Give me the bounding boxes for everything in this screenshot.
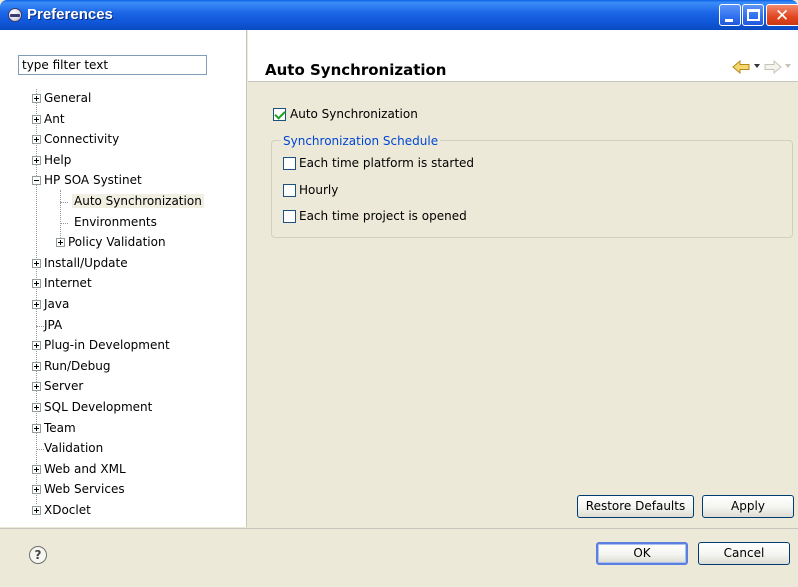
tree-item[interactable]: Team bbox=[0, 419, 246, 440]
tree-item-label: Install/Update bbox=[44, 255, 128, 270]
tree-item[interactable]: Server bbox=[0, 377, 246, 398]
forward-arrow-icon[interactable] bbox=[764, 60, 782, 74]
expand-icon[interactable] bbox=[32, 382, 41, 392]
tree-connector bbox=[60, 201, 68, 203]
expand-icon[interactable] bbox=[32, 341, 41, 351]
auto-sync-label: Auto Synchronization bbox=[290, 107, 418, 121]
tree-item-label: SQL Development bbox=[44, 399, 153, 414]
expand-icon[interactable] bbox=[32, 402, 41, 412]
tree-item[interactable]: XDoclet bbox=[0, 501, 246, 522]
hourly-label: Hourly bbox=[299, 183, 339, 197]
tree-item[interactable]: Run/Debug bbox=[0, 357, 246, 378]
project-opened-label: Each time project is opened bbox=[299, 209, 467, 223]
preference-tree-pane: General Ant Connectivity Help HP SOA Sys… bbox=[0, 30, 247, 527]
expand-icon[interactable] bbox=[32, 485, 41, 495]
tree-item-label: Validation bbox=[44, 441, 104, 456]
tree-item[interactable]: Web Services bbox=[0, 480, 246, 501]
maximize-icon bbox=[747, 9, 760, 21]
tree-item-label: Java bbox=[44, 296, 70, 311]
tree-item-label: Ant bbox=[44, 111, 65, 126]
expand-icon[interactable] bbox=[32, 114, 41, 124]
window-title: Preferences bbox=[27, 6, 113, 23]
ok-button[interactable]: OK bbox=[596, 542, 688, 565]
tree-item-label: Plug-in Development bbox=[44, 338, 170, 353]
restore-defaults-button[interactable]: Restore Defaults bbox=[577, 495, 694, 518]
tree-item-label: Web and XML bbox=[44, 461, 126, 476]
tree-item-label: XDoclet bbox=[44, 502, 91, 517]
schedule-group-title: Synchronization Schedule bbox=[281, 134, 441, 148]
dialog-button-bar: ? OK Cancel bbox=[0, 528, 798, 587]
tree-item[interactable]: Connectivity bbox=[0, 130, 246, 151]
tree-item[interactable]: Web and XML bbox=[0, 460, 246, 481]
tree-item[interactable]: Java bbox=[0, 295, 246, 316]
maximize-button[interactable] bbox=[742, 4, 764, 26]
expand-icon[interactable] bbox=[56, 238, 65, 248]
minimize-icon bbox=[725, 19, 733, 22]
minimize-button[interactable] bbox=[719, 4, 741, 26]
tree-item-label: Auto Synchronization bbox=[72, 193, 204, 208]
project-opened-checkbox[interactable] bbox=[283, 210, 296, 223]
expand-icon[interactable] bbox=[32, 361, 41, 371]
tree-connector bbox=[60, 222, 68, 224]
tree-item[interactable]: Internet bbox=[0, 274, 246, 295]
tree-item-label: Run/Debug bbox=[44, 358, 111, 373]
page-title: Auto Synchronization bbox=[265, 61, 447, 79]
tree-item[interactable]: Auto Synchronization bbox=[0, 192, 246, 213]
hourly-checkbox[interactable] bbox=[283, 184, 296, 197]
close-icon: ✕ bbox=[775, 6, 790, 26]
platform-started-label: Each time platform is started bbox=[299, 156, 475, 170]
back-history-dropdown-icon[interactable] bbox=[754, 64, 760, 68]
tree-item[interactable]: Validation bbox=[0, 439, 246, 460]
back-arrow-icon[interactable] bbox=[732, 60, 750, 74]
tree-item-label: Help bbox=[44, 152, 72, 167]
expand-icon[interactable] bbox=[32, 299, 41, 309]
tree-item[interactable]: Help bbox=[0, 151, 246, 172]
tree-item[interactable]: Ant bbox=[0, 110, 246, 131]
tree-item[interactable]: Plug-in Development bbox=[0, 336, 246, 357]
forward-history-dropdown-icon[interactable] bbox=[785, 64, 791, 68]
tree-item[interactable]: General bbox=[0, 89, 246, 110]
title-bar[interactable]: Preferences ✕ bbox=[0, 0, 798, 30]
page-header: Auto Synchronization bbox=[248, 30, 798, 82]
expand-icon[interactable] bbox=[32, 258, 41, 268]
eclipse-app-icon bbox=[8, 8, 22, 22]
tree-item-label: Environments bbox=[74, 214, 157, 229]
expand-icon[interactable] bbox=[32, 464, 41, 474]
help-icon[interactable]: ? bbox=[29, 546, 47, 564]
expand-icon[interactable] bbox=[32, 423, 41, 433]
tree-item-label: JPA bbox=[44, 317, 63, 332]
expand-icon[interactable] bbox=[32, 94, 41, 103]
cancel-button[interactable]: Cancel bbox=[698, 542, 790, 565]
tree-item-label: General bbox=[44, 91, 92, 105]
tree-item[interactable]: Install/Update bbox=[0, 254, 246, 275]
tree-item-label: HP SOA Systinet bbox=[44, 173, 142, 188]
tree-item[interactable]: Policy Validation bbox=[0, 233, 246, 254]
tree-item[interactable]: Environments bbox=[0, 213, 246, 234]
filter-input[interactable] bbox=[18, 55, 207, 75]
tree-item-label: Internet bbox=[44, 276, 92, 291]
preference-page: Auto Synchronization Auto Synchronizatio… bbox=[248, 30, 798, 527]
tree-item[interactable]: JPA bbox=[0, 316, 246, 337]
preferences-window: Preferences ✕ General Ant Connectivity bbox=[0, 0, 798, 587]
tree-item-label: Web Services bbox=[44, 482, 125, 497]
auto-sync-checkbox[interactable] bbox=[273, 108, 286, 121]
tree-item[interactable]: HP SOA Systinet bbox=[0, 171, 246, 192]
platform-started-checkbox[interactable] bbox=[283, 157, 296, 170]
tree-item-label: Server bbox=[44, 379, 84, 394]
close-button[interactable]: ✕ bbox=[766, 4, 798, 26]
expand-icon[interactable] bbox=[32, 155, 41, 165]
tree-item[interactable]: SQL Development bbox=[0, 398, 246, 419]
expand-icon[interactable] bbox=[32, 135, 41, 145]
apply-button[interactable]: Apply bbox=[702, 495, 794, 518]
collapse-icon[interactable] bbox=[32, 176, 41, 186]
expand-icon[interactable] bbox=[32, 505, 41, 515]
tree-item-label: Team bbox=[44, 420, 76, 435]
tree-item-label: Policy Validation bbox=[68, 235, 166, 250]
preference-tree: General Ant Connectivity Help HP SOA Sys… bbox=[0, 89, 246, 521]
tree-item-label: Connectivity bbox=[44, 132, 120, 147]
expand-icon[interactable] bbox=[32, 279, 41, 289]
schedule-group bbox=[271, 140, 793, 238]
